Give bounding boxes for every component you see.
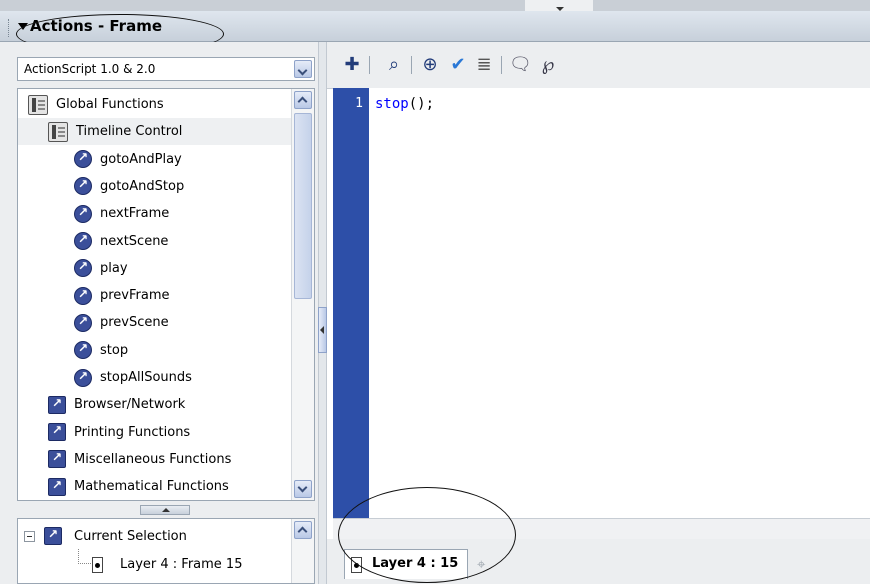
toolbox-item[interactable]: Printing Functions <box>18 419 314 446</box>
action-icon <box>74 177 92 196</box>
category-icon <box>48 450 66 469</box>
toolbox-item-label: Global Functions <box>56 97 164 112</box>
toolbox-item-label: gotoAndPlay <box>100 151 182 167</box>
toolbar-separator <box>411 56 412 74</box>
category-icon <box>48 477 66 496</box>
toolbox-scrollbar[interactable] <box>291 89 314 500</box>
code-keyword: stop <box>375 96 409 112</box>
action-icon <box>74 150 92 169</box>
toolbox-item-label: Browser/Network <box>74 397 186 413</box>
chevron-down-icon[interactable] <box>294 60 312 78</box>
toolbox-item[interactable]: Mathematical Functions <box>18 473 314 500</box>
toolbox-item[interactable]: Global Functions <box>18 91 302 118</box>
toolbox-item-label: gotoAndStop <box>100 178 185 194</box>
code-hint-icon[interactable]: 🗨 <box>509 54 532 76</box>
current-selection-label[interactable]: Current Selection <box>74 529 187 544</box>
insert-target-path-icon[interactable]: ⊕ <box>419 54 441 76</box>
toolbox-item[interactable]: Miscellaneous Functions <box>18 446 314 473</box>
language-select[interactable]: ActionScript 1.0 & 2.0 <box>17 57 315 81</box>
action-icon <box>74 259 92 278</box>
navigator-scrollbar[interactable] <box>291 519 314 583</box>
scroll-up-button[interactable] <box>294 91 312 109</box>
toolbox-item-label: Miscellaneous Functions <box>74 451 232 467</box>
add-statement-icon[interactable]: ✚ <box>341 54 363 76</box>
toolbox-item[interactable]: nextFrame <box>18 200 314 227</box>
toolbox-item-label: stop <box>100 342 129 358</box>
highlight-oval-layer-tab <box>338 487 516 583</box>
category-icon <box>48 423 66 442</box>
category-icon <box>48 395 66 414</box>
toolbox-item[interactable]: Timeline Control <box>18 118 314 146</box>
code-punctuation: (); <box>408 96 435 112</box>
collapse-left-panel-button[interactable] <box>318 307 327 353</box>
auto-format-icon[interactable]: ≣ <box>473 54 495 76</box>
debug-options-icon[interactable]: ℘ <box>537 54 559 76</box>
frame-icon <box>92 557 103 573</box>
action-icon <box>74 286 92 305</box>
toolbar-separator <box>501 56 502 74</box>
toolbar-separator <box>369 56 370 74</box>
toolbox-item-label: Timeline Control <box>76 124 183 140</box>
toolbox-item[interactable]: nextScene <box>18 228 314 255</box>
toolbox-item[interactable]: stop <box>18 337 314 364</box>
action-icon <box>74 368 92 387</box>
current-selection-icon <box>44 527 62 545</box>
code-line[interactable]: stop(); <box>375 96 434 112</box>
toolbox-item-label: stopAllSounds <box>100 370 192 385</box>
toolbox-item[interactable]: stopAllSounds <box>18 364 314 391</box>
action-icon <box>74 341 92 360</box>
action-icon <box>74 313 92 332</box>
script-navigator: Current Selection Layer 4 : Frame 15 <box>17 518 315 584</box>
toolbox-item-label: prevScene <box>100 315 169 331</box>
toolbox-item-label: nextFrame <box>100 206 170 222</box>
toolbox-item-label: Mathematical Functions <box>74 479 229 495</box>
panel-grip-handle[interactable] <box>8 19 12 37</box>
scroll-thumb[interactable] <box>294 113 312 299</box>
scroll-down-button[interactable] <box>294 480 312 498</box>
book-icon <box>28 94 48 115</box>
actions-toolbox-tree: Global Functions Timeline Control gotoAndP… <box>17 88 315 501</box>
tree-connector <box>78 549 91 564</box>
action-icon <box>74 204 92 223</box>
check-syntax-icon[interactable]: ✔ <box>447 54 469 76</box>
toolbox-item-label: prevFrame <box>100 288 170 304</box>
line-number: 1 <box>355 96 363 111</box>
line-number-gutter: 1 <box>333 88 369 518</box>
top-strip <box>0 0 870 11</box>
toolbox-item[interactable]: Browser/Network <box>18 391 314 418</box>
toolbox-item[interactable]: gotoAndPlay <box>18 146 314 173</box>
toolbox-item[interactable]: prevFrame <box>18 282 314 309</box>
horizontal-splitter-button[interactable] <box>140 505 190 515</box>
collapse-tab[interactable] <box>525 0 593 11</box>
selected-frame-label[interactable]: Layer 4 : Frame 15 <box>120 557 242 572</box>
script-editor[interactable]: 1 stop(); <box>333 88 870 518</box>
language-select-value: ActionScript 1.0 & 2.0 <box>24 62 156 76</box>
toolbox-item-label: nextScene <box>100 233 169 249</box>
collapse-toggle-icon[interactable] <box>24 531 35 542</box>
toolbox-item[interactable]: gotoAndStop <box>18 173 314 200</box>
book-icon <box>48 121 68 142</box>
action-icon <box>74 232 92 250</box>
script-toolbar: ✚ ⌕ ⊕ ✔ ≣ 🗨 ℘ <box>327 42 870 89</box>
toolbox-item-label: play <box>100 260 128 276</box>
navigator-scroll-up-button[interactable] <box>294 521 312 539</box>
toolbox-item[interactable]: prevScene <box>18 309 314 336</box>
toolbox-item[interactable]: play <box>18 255 314 282</box>
find-icon[interactable]: ⌕ <box>383 54 405 76</box>
toolbox-item-label: Printing Functions <box>74 424 191 440</box>
